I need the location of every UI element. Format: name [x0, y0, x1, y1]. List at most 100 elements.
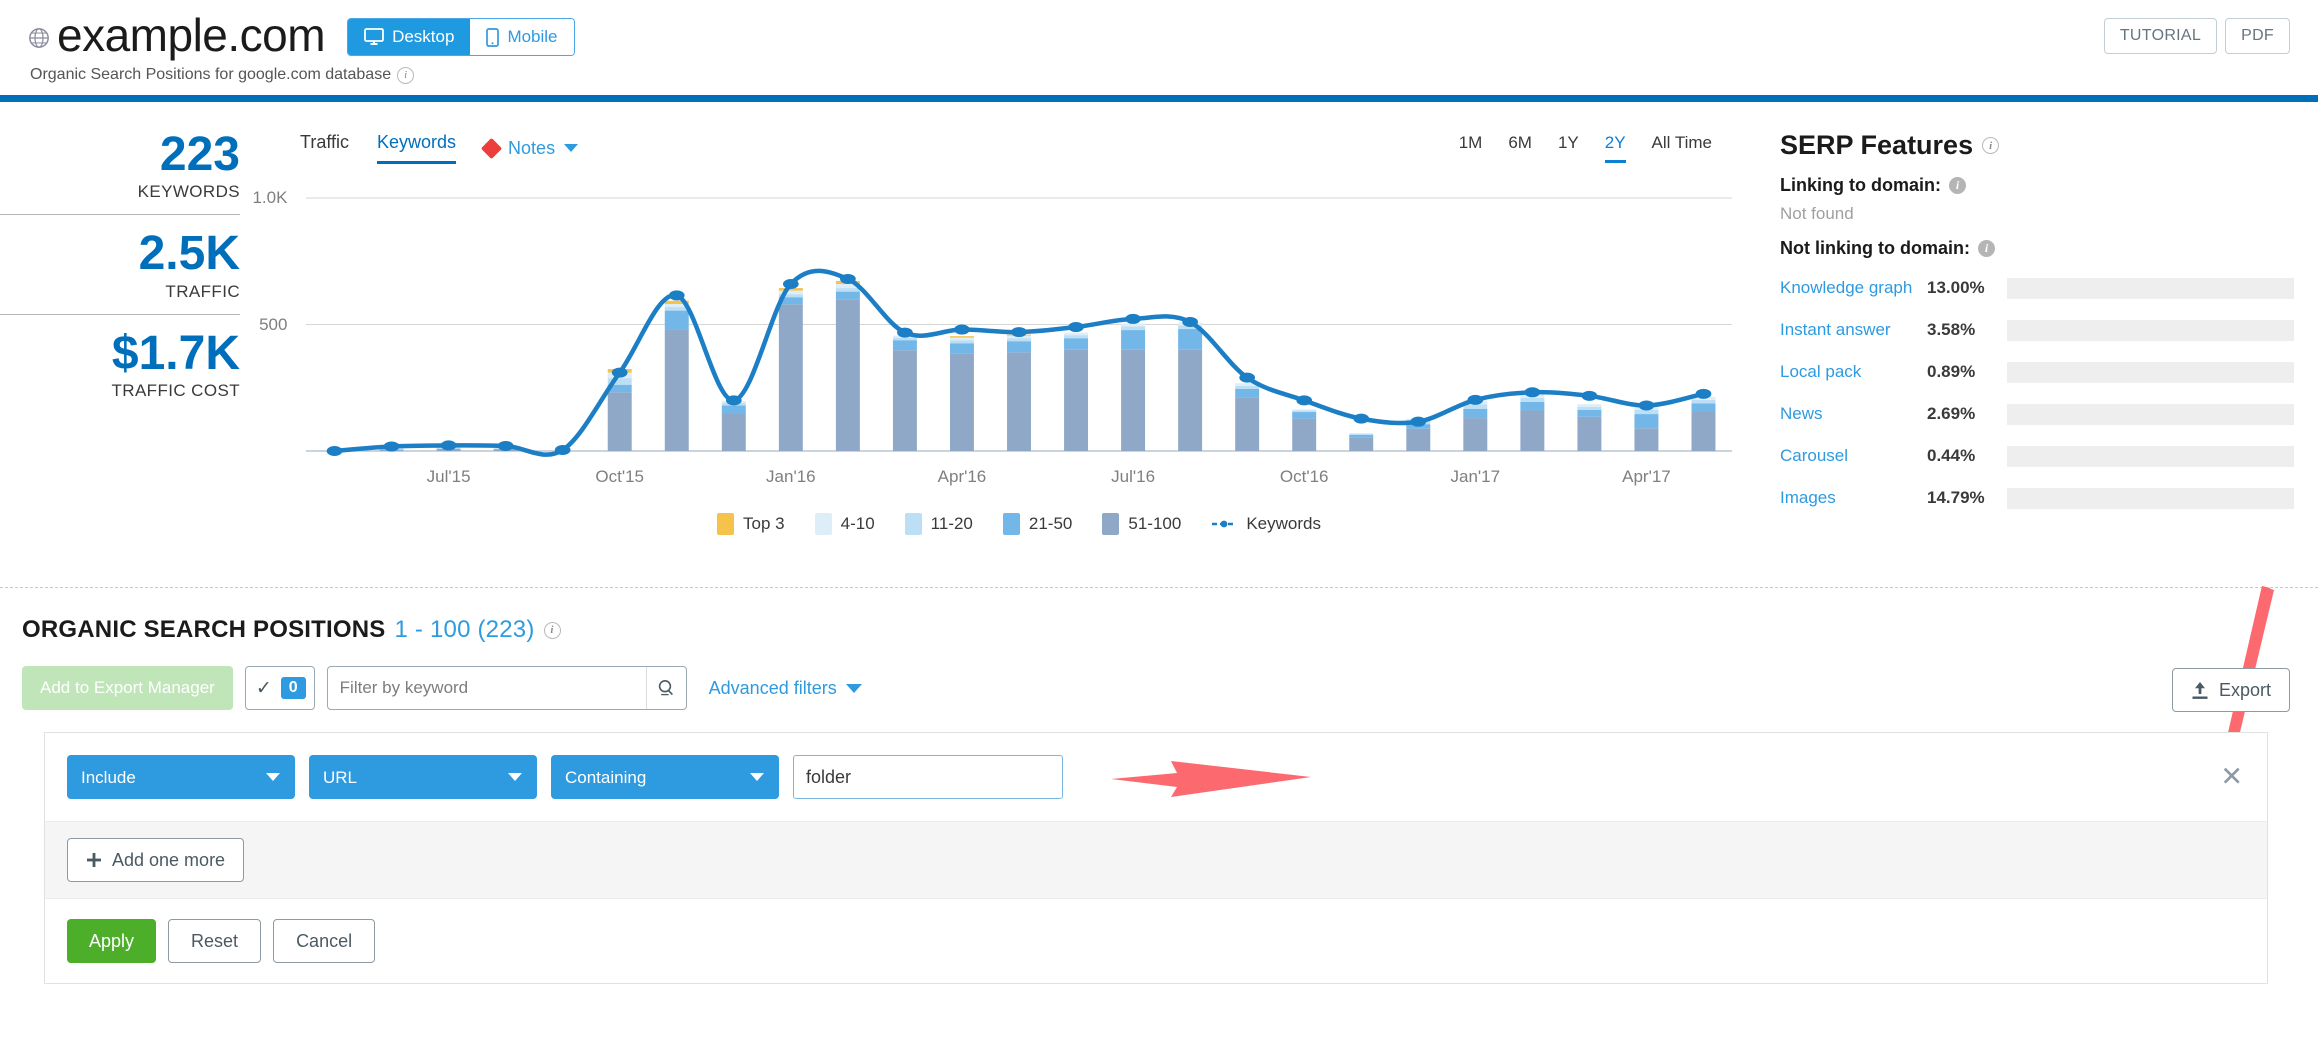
range-all-time[interactable]: All Time — [1652, 133, 1712, 163]
page-subtitle-text: Organic Search Positions for google.com … — [30, 66, 391, 84]
notes-dropdown[interactable]: Notes — [484, 138, 578, 159]
info-icon-organic[interactable]: i — [544, 622, 561, 639]
info-icon-serp[interactable]: i — [1982, 137, 1999, 154]
serp-feature-track — [2007, 278, 2294, 299]
metrics-panel: 223 KEYWORDS 2.5K TRAFFIC $1.7K TRAFFIC … — [0, 102, 280, 587]
check-icon: ✓ — [256, 677, 272, 700]
serp-feature-row: Instant answer3.58% — [1780, 309, 2294, 351]
tab-desktop-label: Desktop — [392, 27, 454, 47]
chart-legend-item[interactable]: Top 3 — [717, 513, 785, 535]
serp-feature-row: Images14.79% — [1780, 477, 2294, 519]
chart-legend-label: 11-20 — [931, 514, 973, 534]
keyword-filter[interactable] — [327, 666, 687, 710]
page-subtitle: Organic Search Positions for google.com … — [30, 66, 2290, 84]
chart-legend-item[interactable]: 21-50 — [1003, 513, 1072, 535]
serp-linking-label: Linking to domain: i — [1780, 175, 2294, 196]
serp-feature-name[interactable]: Instant answer — [1780, 320, 1927, 340]
chart-svg — [306, 186, 1732, 461]
add-to-export-manager-button[interactable]: Add to Export Manager — [22, 666, 233, 710]
serp-feature-percent: 0.44% — [1927, 446, 2007, 466]
pdf-button[interactable]: PDF — [2225, 18, 2290, 54]
page-title: example.com — [57, 12, 325, 58]
serp-linking-label-text: Linking to domain: — [1780, 175, 1941, 196]
search-icon[interactable] — [646, 667, 686, 709]
serp-feature-row: Knowledge graph13.00% — [1780, 267, 2294, 309]
organic-positions-section: ORGANIC SEARCH POSITIONS 1 - 100 (223) i… — [0, 588, 2318, 984]
info-icon-subtitle[interactable]: i — [397, 67, 414, 84]
device-toggle[interactable]: Desktop Mobile — [347, 18, 574, 56]
remove-filter-row-button[interactable]: ✕ — [2220, 764, 2243, 791]
chart-x-tick-label: Jul'15 — [427, 467, 471, 487]
serp-feature-name[interactable]: Carousel — [1780, 446, 1927, 466]
serp-not-linking-label: Not linking to domain: i — [1780, 238, 2294, 259]
apply-button[interactable]: Apply — [67, 919, 156, 963]
serp-linking-value: Not found — [1780, 204, 2294, 224]
range-6m[interactable]: 6M — [1508, 133, 1532, 163]
tab-mobile-label: Mobile — [507, 27, 557, 47]
serp-feature-percent: 0.89% — [1927, 362, 2007, 382]
notes-label: Notes — [508, 138, 555, 159]
chart-legend-item[interactable]: 11-20 — [905, 513, 973, 535]
tab-traffic[interactable]: Traffic — [300, 132, 349, 164]
organic-range: 1 - 100 (223) — [395, 616, 535, 644]
filter-operator-wrap: Containing — [551, 755, 779, 799]
overview-section: 223 KEYWORDS 2.5K TRAFFIC $1.7K TRAFFIC … — [0, 102, 2318, 587]
filter-actions: Apply Reset Cancel — [45, 898, 2267, 983]
chart-x-tick-label: Apr'17 — [1622, 467, 1671, 487]
organic-toolbar: Add to Export Manager ✓ 0 Advanced filte… — [22, 666, 2290, 710]
range-1y[interactable]: 1Y — [1558, 133, 1579, 163]
selected-count-control[interactable]: ✓ 0 — [245, 666, 315, 710]
range-2y[interactable]: 2Y — [1605, 133, 1626, 163]
serp-feature-name[interactable]: Local pack — [1780, 362, 1927, 382]
chart-x-tick-label: Jan'17 — [1451, 467, 1501, 487]
export-button[interactable]: Export — [2172, 668, 2290, 712]
filter-field-select[interactable]: URL — [309, 755, 537, 799]
advanced-filters-toggle[interactable]: Advanced filters — [709, 678, 862, 699]
chart-x-tick-label: Oct'16 — [1280, 467, 1329, 487]
chart-legend-item[interactable]: 4-10 — [815, 513, 875, 535]
chart-y-tick-label: 1.0K — [252, 188, 297, 208]
chart-legend-item[interactable]: Keywords — [1211, 514, 1321, 534]
organic-title-text: ORGANIC SEARCH POSITIONS — [22, 616, 386, 644]
serp-features-panel: SERP Features i Linking to domain: i Not… — [1758, 102, 2318, 587]
chart-panel: Traffic Keywords Notes 1M 6M 1Y 2Y All T… — [280, 102, 1758, 587]
advanced-filter-panel: Include URL Containing ✕ — [44, 732, 2268, 984]
serp-feature-name[interactable]: Knowledge graph — [1780, 278, 1927, 298]
tab-keywords[interactable]: Keywords — [377, 132, 456, 164]
selected-count-badge: 0 — [281, 677, 306, 699]
chart-y-tick-label: 500 — [259, 315, 297, 335]
tab-desktop[interactable]: Desktop — [348, 19, 470, 55]
chart-legend-label: 51-100 — [1128, 514, 1181, 534]
add-one-more-button[interactable]: Add one more — [67, 838, 244, 882]
serp-feature-name[interactable]: Images — [1780, 488, 1927, 508]
chevron-down-icon — [564, 144, 578, 152]
filter-field-wrap: URL — [309, 755, 537, 799]
chart-legend-label: 21-50 — [1029, 514, 1072, 534]
tab-mobile[interactable]: Mobile — [470, 19, 573, 55]
metric-traffic-label: TRAFFIC — [0, 282, 240, 302]
info-icon-linking[interactable]: i — [1949, 177, 1966, 194]
info-icon-not-linking[interactable]: i — [1978, 240, 1995, 257]
reset-button[interactable]: Reset — [168, 919, 261, 963]
desktop-icon — [364, 28, 384, 46]
organic-title: ORGANIC SEARCH POSITIONS 1 - 100 (223) i — [22, 616, 2290, 644]
serp-feature-track — [2007, 320, 2294, 341]
serp-feature-name[interactable]: News — [1780, 404, 1927, 424]
chart-x-axis-labels: Jul'15Oct'15Jan'16Apr'16Jul'16Oct'16Jan'… — [306, 467, 1732, 491]
cancel-button[interactable]: Cancel — [273, 919, 375, 963]
filter-operator-select[interactable]: Containing — [551, 755, 779, 799]
legend-swatch — [815, 513, 832, 535]
filter-value-arrow-annotation — [1105, 749, 1315, 809]
export-button-label: Export — [2219, 680, 2271, 701]
range-1m[interactable]: 1M — [1459, 133, 1483, 163]
serp-features-title-text: SERP Features — [1780, 130, 1973, 161]
filter-mode-select[interactable]: Include — [67, 755, 295, 799]
legend-swatch — [905, 513, 922, 535]
filter-value-input[interactable] — [793, 755, 1063, 799]
search-input[interactable] — [328, 667, 646, 709]
page-header: example.com Desktop Mobile Organic Searc… — [0, 0, 2318, 95]
chart-legend-item[interactable]: 51-100 — [1102, 513, 1181, 535]
filter-mode-wrap: Include — [67, 755, 295, 799]
tutorial-button[interactable]: TUTORIAL — [2104, 18, 2217, 54]
metric-keywords-value: 223 — [0, 130, 240, 180]
